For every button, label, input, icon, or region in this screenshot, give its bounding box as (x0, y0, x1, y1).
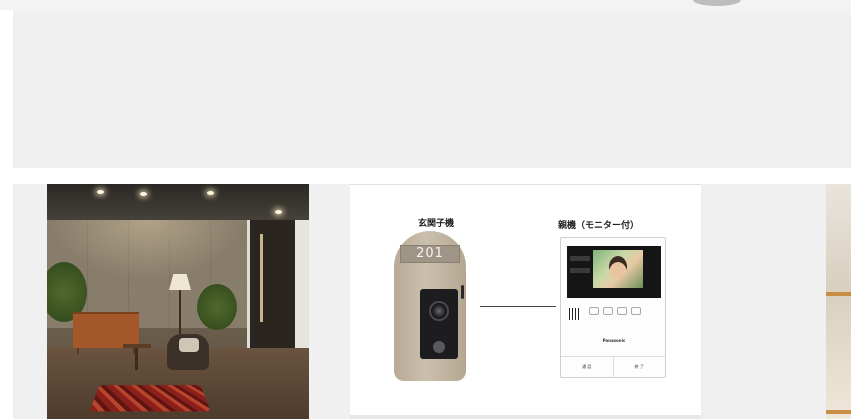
door-unit-caption: 玄関子機 (418, 219, 455, 229)
room-number-plate: 201 (400, 245, 460, 263)
side-table-leg (135, 348, 138, 370)
monitor-brand: Panasonic (602, 338, 626, 343)
sideboard (73, 312, 139, 354)
monitor-screen (593, 250, 643, 288)
monitor-button-row: 通 話 終 了 (561, 356, 665, 378)
call-button-icon (433, 341, 445, 353)
shelf-edge (826, 410, 851, 414)
shelf-edge (826, 292, 851, 296)
visitor-face (609, 256, 627, 278)
end-button: 終 了 (612, 357, 666, 378)
control-key (617, 307, 627, 315)
entrance-door (247, 220, 295, 364)
photo-ceiling (47, 184, 309, 220)
sideboard-legs (77, 348, 135, 354)
downlight (275, 210, 282, 214)
banner-placeholder (13, 10, 851, 168)
intercom-diagram[interactable]: 玄関子機 親機（モニター付） 201 Panasonic 通 話 終 了 (350, 184, 701, 419)
downlight (97, 190, 104, 194)
monitor-caption: 親機（モニター付） (558, 221, 640, 231)
screen-side-label (570, 256, 590, 261)
next-gallery-image[interactable] (826, 184, 851, 419)
diagram-bottom-border (350, 415, 701, 419)
downlight (207, 191, 214, 195)
downlight (140, 192, 147, 196)
camera-panel (420, 289, 458, 359)
monitor-station: Panasonic 通 話 終 了 (560, 237, 666, 378)
kilim-rug (89, 385, 211, 412)
control-key (589, 307, 599, 315)
image-gallery[interactable]: 玄関子機 親機（モニター付） 201 Panasonic 通 話 終 了 (13, 184, 851, 419)
interior-photo[interactable] (47, 184, 309, 419)
camera-lens-icon (429, 301, 449, 321)
door-handle (260, 234, 263, 322)
page: 玄関子機 親機（モニター付） 201 Panasonic 通 話 終 了 (0, 0, 851, 419)
control-key (603, 307, 613, 315)
monitor-screen-bezel (567, 246, 661, 298)
partial-image-edge (693, 0, 741, 6)
screen-side-label (570, 268, 590, 273)
previous-section-strip (0, 0, 851, 10)
microphone-slot (461, 285, 464, 299)
control-key (631, 307, 641, 315)
connection-wire (480, 306, 556, 307)
plant (197, 284, 237, 330)
door-station: 201 (394, 231, 466, 381)
speaker-grille-icon (569, 308, 579, 320)
cushion (179, 338, 199, 352)
talk-button: 通 話 (582, 364, 592, 369)
